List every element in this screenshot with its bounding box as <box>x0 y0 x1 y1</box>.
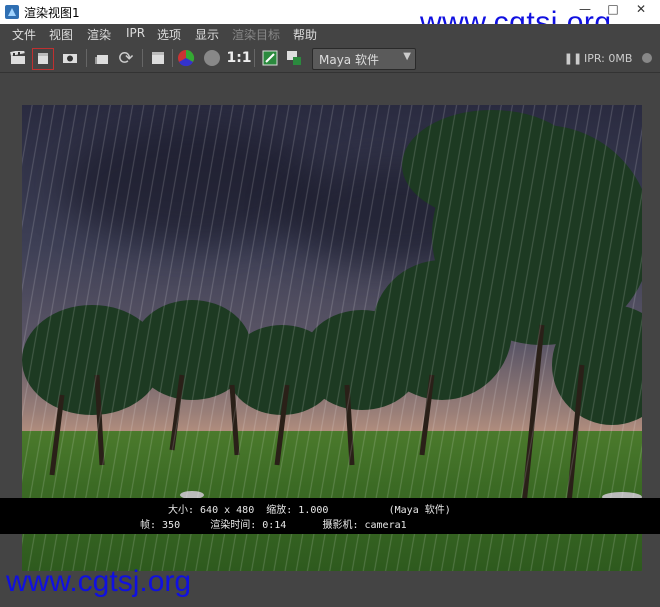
maya-app-icon <box>5 5 19 19</box>
ipr-memory-status: IPR: 0MB <box>584 52 633 65</box>
pause-ipr-icon[interactable]: ❚❚ <box>563 48 583 68</box>
rgb-channels-icon[interactable] <box>176 48 196 68</box>
remove-image-icon[interactable] <box>284 48 304 68</box>
real-size-button[interactable]: 1:1 <box>226 48 251 68</box>
menu-render[interactable]: 渲染 <box>87 26 111 43</box>
alpha-channel-icon[interactable] <box>202 48 222 68</box>
render-region-icon[interactable] <box>32 48 54 70</box>
renderer-select[interactable]: Maya 软件 ▼ <box>312 48 416 70</box>
close-button[interactable]: ✕ <box>628 0 654 18</box>
menu-file[interactable]: 文件 <box>12 26 36 43</box>
toolbar-separator <box>254 49 255 67</box>
render-info-frame: 帧: 350 渲染时间: 0:14 摄影机: camera1 <box>140 520 407 531</box>
render-info-size: 大小: 640 x 480 缩放: 1.000 (Maya 软件) <box>168 505 451 516</box>
snapshot-camera-icon[interactable] <box>60 48 80 68</box>
render-sequence-icon[interactable] <box>92 48 112 68</box>
menu-bar: 文件 视图 渲染 IPR 选项 显示 渲染目标 帮助 <box>0 24 660 44</box>
keep-image-icon[interactable] <box>260 48 280 68</box>
render-info-bar: 大小: 640 x 480 缩放: 1.000 (Maya 软件) 帧: 350… <box>0 498 660 534</box>
menu-render-targets[interactable]: 渲染目标 <box>232 26 280 43</box>
toolbar-separator <box>86 49 87 67</box>
menu-help[interactable]: 帮助 <box>293 26 317 43</box>
watermark-bottom: www.cgtsj.org <box>6 565 192 598</box>
chevron-down-icon: ▼ <box>403 51 411 62</box>
toolbar: ⟳ 1:1 Maya 软件 ▼ ❚❚ IPR: 0MB <box>0 44 660 73</box>
menu-view[interactable]: 视图 <box>49 26 73 43</box>
close-ipr-icon[interactable] <box>637 48 657 68</box>
menu-display[interactable]: 显示 <box>195 26 219 43</box>
menu-options[interactable]: 选项 <box>157 26 181 43</box>
toolbar-separator <box>142 49 143 67</box>
menu-ipr[interactable]: IPR <box>126 26 145 40</box>
toolbar-separator <box>172 49 173 67</box>
refresh-ipr-icon[interactable]: ⟳ <box>116 48 136 69</box>
redo-render-clapper-icon[interactable] <box>8 48 28 68</box>
renderer-select-value: Maya 软件 <box>319 53 379 67</box>
window-title: 渲染视图1 <box>24 6 80 20</box>
ipr-render-icon[interactable] <box>148 48 168 68</box>
